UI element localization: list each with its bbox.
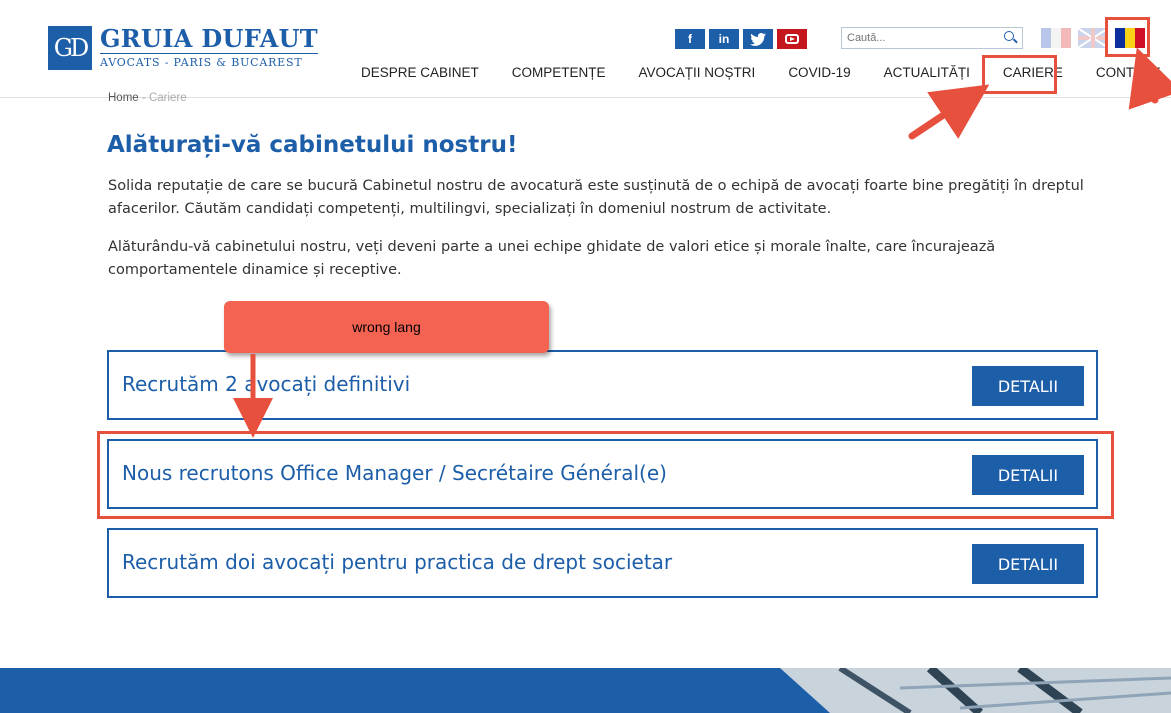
facebook-icon[interactable]: f — [675, 29, 705, 49]
search-box — [841, 27, 1023, 49]
job-title[interactable]: Recrutăm 2 avocați definitivi — [122, 372, 410, 396]
page-title: Alăturați-vă cabinetului nostru! — [107, 132, 518, 158]
job-card: Recrutăm 2 avocați definitivi DETALII — [107, 350, 1098, 420]
social-links: f in — [675, 29, 807, 49]
nav-item-despre-cabinet[interactable]: DESPRE CABINET — [361, 65, 479, 80]
details-button[interactable]: DETALII — [972, 544, 1084, 584]
job-title[interactable]: Recrutăm doi avocați pentru practica de … — [122, 550, 672, 574]
nav-item-covid[interactable]: COVID-19 — [788, 65, 850, 80]
annotation-highlight-flag — [1105, 17, 1150, 57]
intro-paragraph-2: Alăturându-vă cabinetului nostru, veți d… — [108, 239, 996, 278]
breadcrumb-separator: - — [141, 92, 146, 104]
footer-banner — [0, 668, 1171, 713]
nav-item-contact[interactable]: CONTACT — [1096, 65, 1160, 80]
nav-item-avocatii-nostri[interactable]: AVOCAȚII NOȘTRI — [639, 65, 756, 80]
job-card: Recrutăm doi avocați pentru practica de … — [107, 528, 1098, 598]
footer-building-image — [780, 668, 1171, 713]
breadcrumb-home[interactable]: Home — [108, 92, 139, 104]
logo-mark: GD — [48, 26, 92, 70]
youtube-icon[interactable] — [777, 29, 807, 49]
annotation-callout: wrong lang — [224, 301, 549, 353]
search-icon[interactable] — [1000, 28, 1022, 48]
flag-uk-icon[interactable] — [1078, 28, 1108, 48]
details-button[interactable]: DETALII — [972, 366, 1084, 406]
intro-paragraph: Solida reputație de care se bucură Cabin… — [108, 178, 1084, 217]
flag-fr-icon[interactable] — [1041, 28, 1071, 48]
annotation-highlight-cariere — [982, 55, 1057, 94]
breadcrumb-current: Cariere — [148, 92, 187, 104]
logo[interactable]: GD GRUIA DUFAUT AVOCATS - PARIS & BUCARE… — [48, 26, 318, 70]
logo-subtitle: AVOCATS - PARIS & BUCAREST — [100, 53, 318, 69]
linkedin-icon[interactable]: in — [709, 29, 739, 49]
annotation-highlight-job — [97, 431, 1114, 519]
search-input[interactable] — [842, 32, 1000, 44]
logo-name: GRUIA DUFAUT — [100, 24, 318, 53]
arrow-cariere-icon — [908, 84, 990, 140]
nav-item-actualitati[interactable]: ACTUALITĂȚI — [884, 65, 970, 80]
twitter-icon[interactable] — [743, 29, 773, 49]
nav-item-competente[interactable]: COMPETENȚE — [512, 65, 606, 80]
breadcrumb: Home - Cariere — [108, 92, 187, 104]
